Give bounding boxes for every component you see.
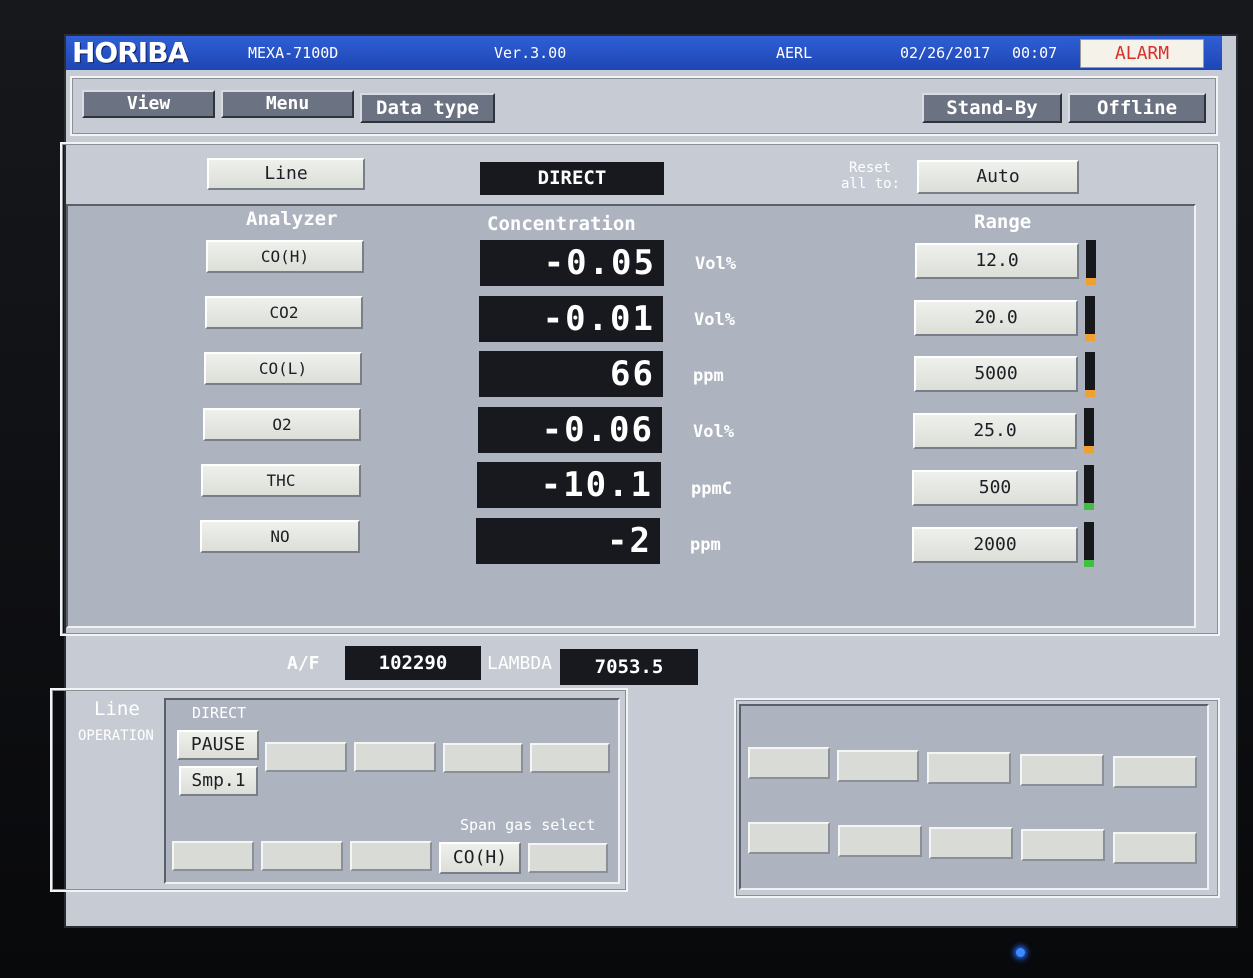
unit-no: ppm <box>690 535 721 555</box>
span-gas-button[interactable]: CO(H) <box>439 842 521 874</box>
analyzer-no-button[interactable]: NO <box>200 520 360 553</box>
reset-label-line2: all to: <box>841 176 901 192</box>
range-co2-button[interactable]: 20.0 <box>914 300 1078 336</box>
op-slot-3[interactable] <box>443 743 523 773</box>
right-slot-6[interactable] <box>748 822 830 854</box>
alarm-button[interactable]: ALARM <box>1080 39 1204 68</box>
analyzer-co-l-button[interactable]: CO(L) <box>204 352 362 385</box>
analyzer-o2-button[interactable]: O2 <box>203 408 361 441</box>
analyzer-co2-button[interactable]: CO2 <box>205 296 363 329</box>
op-slot-7[interactable] <box>350 841 432 871</box>
concentration-header: Concentration <box>487 213 636 235</box>
right-slot-8[interactable] <box>929 827 1013 859</box>
reset-label-line1: Reset <box>849 160 892 176</box>
op-slot-1[interactable] <box>265 742 347 772</box>
version-label: Ver.3.00 <box>494 44 567 62</box>
auto-button[interactable]: Auto <box>917 160 1079 194</box>
level-fill-co2 <box>1085 334 1095 341</box>
mode-indicator: DIRECT <box>480 162 664 195</box>
span-gas-label: Span gas select <box>460 816 596 834</box>
af-value: 102290 <box>345 646 481 680</box>
menu-button[interactable]: Menu <box>221 90 354 118</box>
lambda-label: LAMBDA <box>487 653 553 674</box>
level-fill-co-l <box>1085 390 1095 397</box>
time-label: 00:07 <box>1012 44 1058 62</box>
offline-button[interactable]: Offline <box>1068 93 1206 123</box>
range-co-l-button[interactable]: 5000 <box>914 356 1078 392</box>
af-label: A/F <box>287 653 320 674</box>
unit-co-h: Vol% <box>695 254 736 274</box>
range-co-h-button[interactable]: 12.0 <box>915 243 1079 279</box>
op-slot-8[interactable] <box>528 843 608 873</box>
horiba-logo: HORIBA <box>72 36 189 69</box>
concentration-co2: -0.01 <box>479 296 663 342</box>
unit-co-l: ppm <box>693 366 724 386</box>
op-slot-6[interactable] <box>261 841 343 871</box>
level-bar-co2 <box>1085 296 1095 341</box>
concentration-co-l: 66 <box>479 351 663 397</box>
right-slot-7[interactable] <box>838 825 922 857</box>
right-slot-10[interactable] <box>1113 832 1197 864</box>
concentration-thc: -10.1 <box>477 462 661 508</box>
level-bar-thc <box>1084 465 1094 510</box>
range-thc-button[interactable]: 500 <box>912 470 1078 506</box>
analyzer-thc-button[interactable]: THC <box>201 464 361 497</box>
data-type-button[interactable]: Data type <box>360 93 495 123</box>
unit-o2: Vol% <box>693 422 734 442</box>
site-label: AERL <box>776 44 813 62</box>
unit-thc: ppmC <box>691 479 732 499</box>
right-slot-4[interactable] <box>1020 754 1104 786</box>
horiba-screen: HORIBA MEXA-7100D Ver.3.00 AERL 02/26/20… <box>50 36 1236 926</box>
op-slot-2[interactable] <box>354 742 436 772</box>
range-no-button[interactable]: 2000 <box>912 527 1078 563</box>
level-fill-no <box>1084 560 1094 567</box>
direct-label: DIRECT <box>192 704 247 722</box>
concentration-co-h: -0.05 <box>480 240 664 286</box>
line-label: Line <box>94 698 140 720</box>
level-fill-o2 <box>1084 446 1094 453</box>
analyzer-co-h-button[interactable]: CO(H) <box>206 240 364 273</box>
range-header: Range <box>974 211 1032 233</box>
stand-by-button[interactable]: Stand-By <box>922 93 1062 123</box>
title-bar: HORIBA MEXA-7100D Ver.3.00 AERL 02/26/20… <box>66 36 1222 70</box>
right-slot-9[interactable] <box>1021 829 1105 861</box>
level-bar-co-l <box>1085 352 1095 397</box>
op-slot-4[interactable] <box>530 743 610 773</box>
level-bar-o2 <box>1084 408 1094 453</box>
unit-co2: Vol% <box>694 310 735 330</box>
range-o2-button[interactable]: 25.0 <box>913 413 1077 449</box>
date-label: 02/26/2017 <box>900 44 991 62</box>
level-fill-thc <box>1084 503 1094 510</box>
level-bar-co-h <box>1086 240 1096 285</box>
level-fill-co-h <box>1086 278 1096 285</box>
view-button[interactable]: View <box>82 90 215 118</box>
operation-label: OPERATION <box>78 728 154 744</box>
op-slot-5[interactable] <box>172 841 254 871</box>
right-slot-5[interactable] <box>1113 756 1197 788</box>
sample-button[interactable]: Smp.1 <box>179 766 258 796</box>
pause-button[interactable]: PAUSE <box>177 730 259 760</box>
line-button[interactable]: Line <box>207 158 365 190</box>
concentration-no: -2 <box>476 518 660 564</box>
right-slot-3[interactable] <box>927 752 1011 784</box>
concentration-o2: -0.06 <box>478 407 662 453</box>
analyzer-header: Analyzer <box>246 208 338 230</box>
right-slot-2[interactable] <box>837 750 919 782</box>
model-name: MEXA-7100D <box>248 44 339 62</box>
level-bar-no <box>1084 522 1094 567</box>
power-led <box>1016 948 1025 957</box>
lambda-value: 7053.5 <box>560 649 698 685</box>
right-slot-1[interactable] <box>748 747 830 779</box>
